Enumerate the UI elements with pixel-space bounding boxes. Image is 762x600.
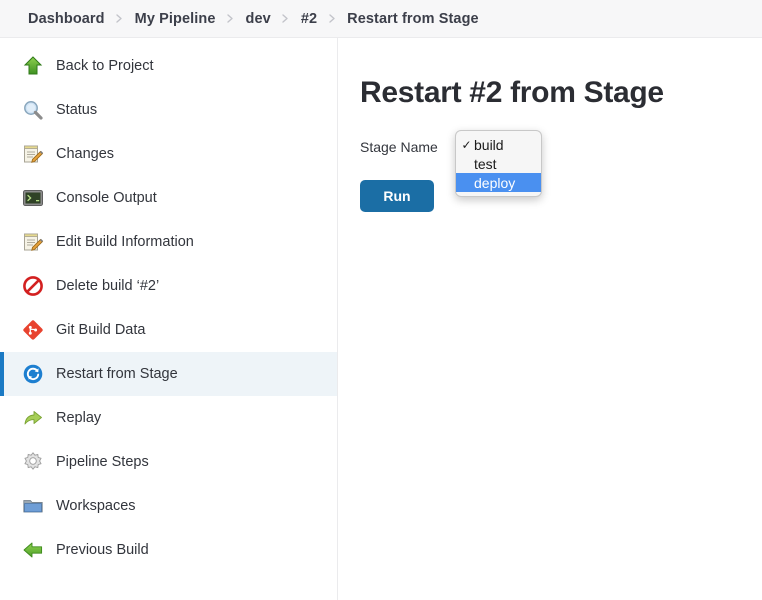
notepad-pencil-icon bbox=[20, 141, 46, 167]
sidebar-item-label: Delete build ‘#2’ bbox=[56, 278, 160, 294]
sidebar-item-status[interactable]: Status bbox=[0, 88, 337, 132]
dropdown-option-label: build bbox=[474, 136, 504, 153]
restart-form: Stage Name Run ✓ build test deploy bbox=[360, 130, 762, 212]
sidebar-item-pipeline-steps[interactable]: Pipeline Steps bbox=[0, 440, 337, 484]
sidebar-item-label: Replay bbox=[56, 410, 102, 426]
git-diamond-icon bbox=[20, 317, 46, 343]
notepad-pencil-icon bbox=[20, 229, 46, 255]
dropdown-option-test[interactable]: test bbox=[456, 154, 541, 173]
checkmark-icon: ✓ bbox=[461, 137, 472, 152]
chevron-right-icon bbox=[105, 14, 135, 23]
sidebar-item-label: Edit Build Information bbox=[56, 234, 194, 250]
sidebar-item-previous-build[interactable]: Previous Build bbox=[0, 528, 337, 572]
sidebar-item-replay[interactable]: Replay bbox=[0, 396, 337, 440]
terminal-icon bbox=[20, 185, 46, 211]
sidebar-item-edit-build-information[interactable]: Edit Build Information bbox=[0, 220, 337, 264]
sidebar-item-console-output[interactable]: Console Output bbox=[0, 176, 337, 220]
sidebar: Back to Project Status Changes Console O… bbox=[0, 38, 338, 600]
page-title: Restart #2 from Stage bbox=[360, 76, 664, 109]
dropdown-option-deploy[interactable]: deploy bbox=[456, 173, 541, 192]
sidebar-item-label: Back to Project bbox=[56, 58, 154, 74]
chevron-right-icon bbox=[271, 14, 301, 23]
no-entry-icon bbox=[20, 273, 46, 299]
green-up-arrow-icon bbox=[20, 53, 46, 79]
chevron-right-icon bbox=[317, 14, 347, 23]
breadcrumb-item-my-pipeline[interactable]: My Pipeline bbox=[135, 11, 216, 27]
breadcrumb-item-build-number[interactable]: #2 bbox=[301, 11, 317, 27]
sidebar-item-changes[interactable]: Changes bbox=[0, 132, 337, 176]
folder-icon bbox=[20, 493, 46, 519]
sidebar-item-label: Previous Build bbox=[56, 542, 149, 558]
sidebar-item-label: Git Build Data bbox=[56, 322, 146, 338]
sidebar-item-label: Workspaces bbox=[56, 498, 136, 514]
green-left-arrow-icon bbox=[20, 537, 46, 563]
sidebar-item-label: Pipeline Steps bbox=[56, 454, 149, 470]
breadcrumb-item-dashboard[interactable]: Dashboard bbox=[28, 11, 105, 27]
stage-name-row: Stage Name bbox=[360, 136, 762, 158]
breadcrumb-item-restart-from-stage[interactable]: Restart from Stage bbox=[347, 11, 479, 27]
dropdown-option-label: test bbox=[474, 155, 497, 172]
dropdown-option-label: deploy bbox=[474, 174, 516, 191]
stage-name-dropdown-popup[interactable]: ✓ build test deploy bbox=[455, 130, 542, 197]
sidebar-item-back-to-project[interactable]: Back to Project bbox=[0, 44, 337, 88]
chevron-right-icon bbox=[216, 14, 246, 23]
sidebar-item-label: Changes bbox=[56, 146, 115, 162]
sidebar-item-delete-build[interactable]: Delete build ‘#2’ bbox=[0, 264, 337, 308]
dropdown-option-build[interactable]: ✓ build bbox=[456, 135, 541, 154]
green-redo-arrow-icon bbox=[20, 405, 46, 431]
sidebar-item-label: Restart from Stage bbox=[56, 366, 178, 382]
sidebar-item-label: Status bbox=[56, 102, 98, 118]
restart-circle-icon bbox=[20, 361, 46, 387]
run-button[interactable]: Run bbox=[360, 180, 434, 212]
gear-icon bbox=[20, 449, 46, 475]
sidebar-item-git-build-data[interactable]: Git Build Data bbox=[0, 308, 337, 352]
breadcrumb: Dashboard My Pipeline dev #2 Restart fro… bbox=[0, 0, 762, 38]
sidebar-item-restart-from-stage[interactable]: Restart from Stage bbox=[0, 352, 337, 396]
magnifier-icon bbox=[20, 97, 46, 123]
sidebar-item-label: Console Output bbox=[56, 190, 157, 206]
main-content: Restart #2 from Stage Stage Name Run ✓ b… bbox=[338, 38, 762, 600]
sidebar-item-workspaces[interactable]: Workspaces bbox=[0, 484, 337, 528]
breadcrumb-item-dev[interactable]: dev bbox=[246, 11, 271, 27]
stage-name-label: Stage Name bbox=[360, 139, 438, 155]
